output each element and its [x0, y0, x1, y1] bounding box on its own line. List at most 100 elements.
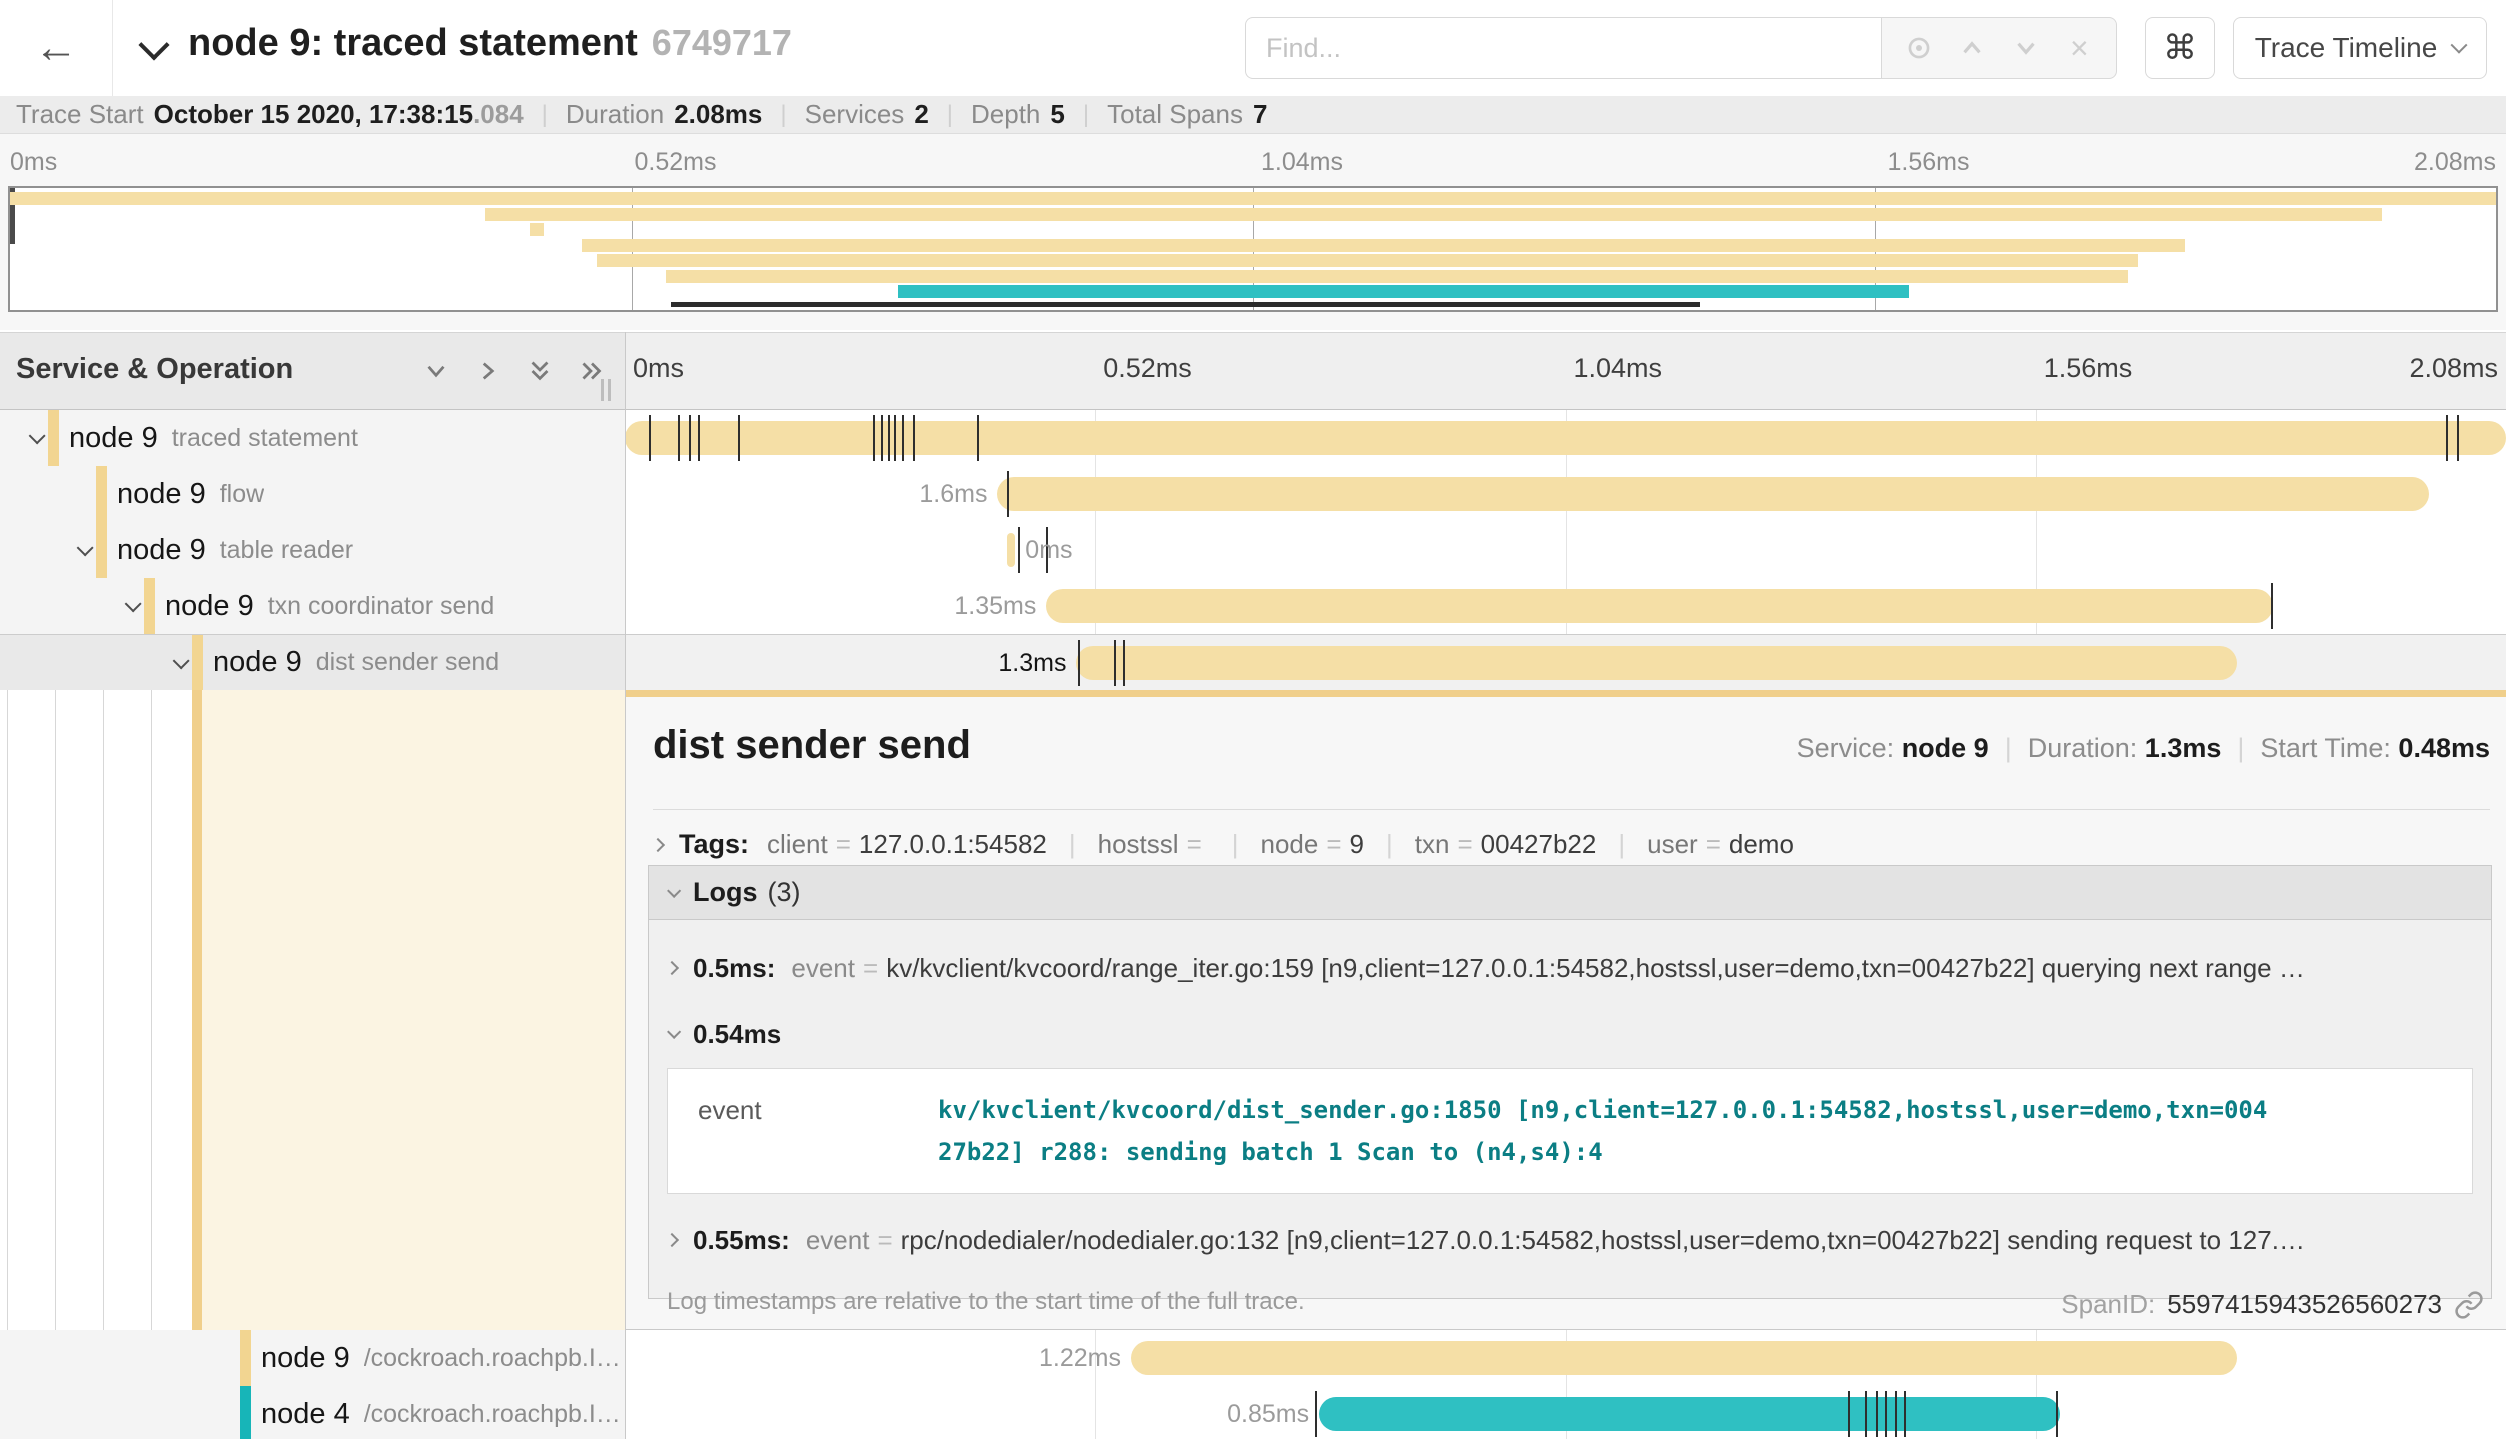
span-duration-label: 1.35ms [954, 578, 1036, 634]
summary-value: 2.08ms [674, 99, 762, 130]
span-name-row[interactable]: node 9txn coordinator send [0, 578, 625, 634]
minimap-tick: 0.52ms [635, 148, 717, 177]
span-duration-bar[interactable] [625, 421, 2506, 455]
span-name-row[interactable]: node 9traced statement [0, 410, 625, 466]
logs-title: Logs [693, 877, 758, 908]
minimap-span-bar [530, 223, 545, 236]
span-bars-column: 1.6ms0ms1.35ms1.3ms [625, 410, 2506, 690]
find-clear-icon[interactable]: × [2062, 31, 2096, 65]
timeline-ruler: Service & Operation 0ms 0.52ms 1.04ms 1.… [0, 332, 2506, 410]
summary-label: Total Spans [1107, 99, 1243, 130]
span-children-chevron-down-icon[interactable] [118, 593, 144, 619]
span-name-row[interactable]: node 9flow [0, 466, 625, 522]
trace-title-chevron-down-icon[interactable] [138, 29, 169, 60]
tags-label: Tags: [679, 829, 749, 860]
span-name-column: node 9traced statementnode 9flownode 9ta… [0, 410, 625, 690]
log-marker-tick [1114, 640, 1116, 686]
find-next-chevron-down-icon[interactable] [2009, 31, 2043, 65]
span-name-row[interactable]: node 9/cockroach.roachpb.I… [0, 1330, 625, 1386]
span-service-name: node 9 [165, 590, 254, 623]
span-duration-bar[interactable] [1046, 589, 2272, 623]
span-name-row[interactable]: node 4/cockroach.roachpb.I… [0, 1386, 625, 1439]
back-button[interactable]: ← [0, 0, 113, 96]
column-resizer-grip[interactable] [601, 379, 611, 401]
copy-link-icon[interactable] [2454, 1290, 2484, 1320]
chevron-down-icon [125, 595, 142, 612]
span-children-chevron-down-icon[interactable] [22, 425, 48, 451]
span-service-name: node 9 [261, 1342, 350, 1375]
log-keyvalue-table: event kv/kvclient/kvcoord/dist_sender.go… [667, 1068, 2473, 1194]
log-marker-tick [678, 415, 680, 461]
span-timeline-row[interactable]: 1.3ms [625, 634, 2506, 690]
minimap-tick: 2.08ms [2414, 148, 2496, 177]
log-row[interactable]: 0.5ms: event = kv/kvclient/kvcoord/range… [649, 930, 2491, 1006]
log-marker-tick [1078, 640, 1080, 686]
detail-span-title: dist sender send [653, 723, 971, 768]
minimap-canvas[interactable] [8, 186, 2498, 312]
span-timeline-row[interactable] [625, 410, 2506, 466]
trace-view-selector[interactable]: Trace Timeline [2233, 17, 2487, 79]
command-icon: ⌘ [2163, 28, 2197, 68]
trace-page: ← node 9: traced statement6749717 × ⌘ [0, 0, 2506, 1439]
log-row[interactable]: 0.55ms: event = rpc/nodedialer/nodediale… [649, 1208, 2491, 1272]
span-operation-name: /cockroach.roachpb.I… [364, 1400, 621, 1429]
summary-value: 7 [1253, 99, 1267, 130]
minimap-span-bar [582, 239, 2185, 252]
summary-label: Trace Start [16, 99, 144, 130]
keyboard-shortcuts-button[interactable]: ⌘ [2145, 17, 2215, 79]
tag-value: 00427b22 [1481, 829, 1597, 859]
span-name-row[interactable]: node 9dist sender send [0, 634, 625, 690]
span-duration-label: 0.85ms [1227, 1386, 1309, 1439]
span-duration-bar[interactable] [1131, 1341, 2237, 1375]
minimap-span-bar [485, 208, 2382, 221]
log-row-expanded[interactable]: 0.54ms [649, 1006, 2491, 1062]
collapse-one-chevron-down-icon[interactable] [420, 355, 452, 387]
span-timeline-row[interactable]: 1.35ms [625, 578, 2506, 634]
tag-key: hostssl [1098, 829, 1179, 859]
tag-separator: | [1069, 829, 1076, 859]
service-operation-title: Service & Operation [16, 353, 293, 386]
span-duration-bar[interactable] [1076, 646, 2237, 680]
find-input[interactable] [1245, 17, 1881, 79]
span-duration-bar[interactable] [997, 477, 2428, 511]
span-operation-name: /cockroach.roachpb.I… [364, 1344, 621, 1373]
span-duration-bar[interactable] [1319, 1397, 2060, 1431]
log-time: 0.54ms [693, 1019, 781, 1050]
span-timeline-row[interactable]: 1.6ms [625, 466, 2506, 522]
tags-row[interactable]: Tags: client=127.0.0.1:54582|hostssl=|no… [653, 829, 2490, 860]
timeline-tick-row: 0ms 0.52ms 1.04ms 1.56ms 2.08ms [625, 333, 2506, 409]
span-name-row[interactable]: node 9table reader [0, 522, 625, 578]
span-timeline-row[interactable]: 1.22ms [625, 1330, 2506, 1386]
minimap-tick: 1.04ms [1261, 148, 1343, 177]
span-children-chevron-down-icon[interactable] [70, 537, 96, 563]
collapse-controls [420, 333, 608, 409]
logs-header[interactable]: Logs (3) [649, 866, 2491, 920]
log-marker-tick [2446, 415, 2448, 461]
span-service-name: node 9 [69, 422, 158, 455]
chevron-down-icon [173, 652, 190, 669]
find-prev-chevron-up-icon[interactable] [1955, 31, 1989, 65]
collapse-all-double-chevron-down-icon[interactable] [524, 355, 556, 387]
span-duration-label: 1.22ms [1039, 1330, 1121, 1386]
log-marker-tick [689, 415, 691, 461]
pane-divider[interactable] [625, 332, 626, 1439]
log-marker-tick [698, 415, 700, 461]
span-duration-bar[interactable] [1007, 533, 1015, 567]
log-time: 0.55ms: [693, 1225, 790, 1256]
tag-key: txn [1415, 829, 1450, 859]
span-children-chevron-down-icon[interactable] [166, 650, 192, 676]
expand-one-chevron-right-icon[interactable] [472, 355, 504, 387]
service-color-chip [144, 578, 155, 634]
locate-span-icon[interactable] [1902, 31, 1936, 65]
span-id-value: 5597415943526560273 [2167, 1289, 2442, 1320]
span-timeline-row[interactable]: 0ms [625, 522, 2506, 578]
summary-separator: | [542, 101, 548, 129]
log-chevron-right-icon [665, 1233, 679, 1247]
logs-section: Logs (3) 0.5ms: event = kv/kvclient/kvco… [648, 865, 2492, 1299]
log-value: kv/kvclient/kvcoord/range_iter.go:159 [n… [886, 953, 2305, 984]
top-bar: ← node 9: traced statement6749717 × ⌘ [0, 0, 2506, 96]
log-marker-tick [1018, 527, 1020, 573]
span-timeline-row[interactable]: 0.85ms [625, 1386, 2506, 1439]
span-name-column-bottom: node 9/cockroach.roachpb.I…node 4/cockro… [0, 1330, 625, 1439]
tag-key: client [767, 829, 828, 859]
